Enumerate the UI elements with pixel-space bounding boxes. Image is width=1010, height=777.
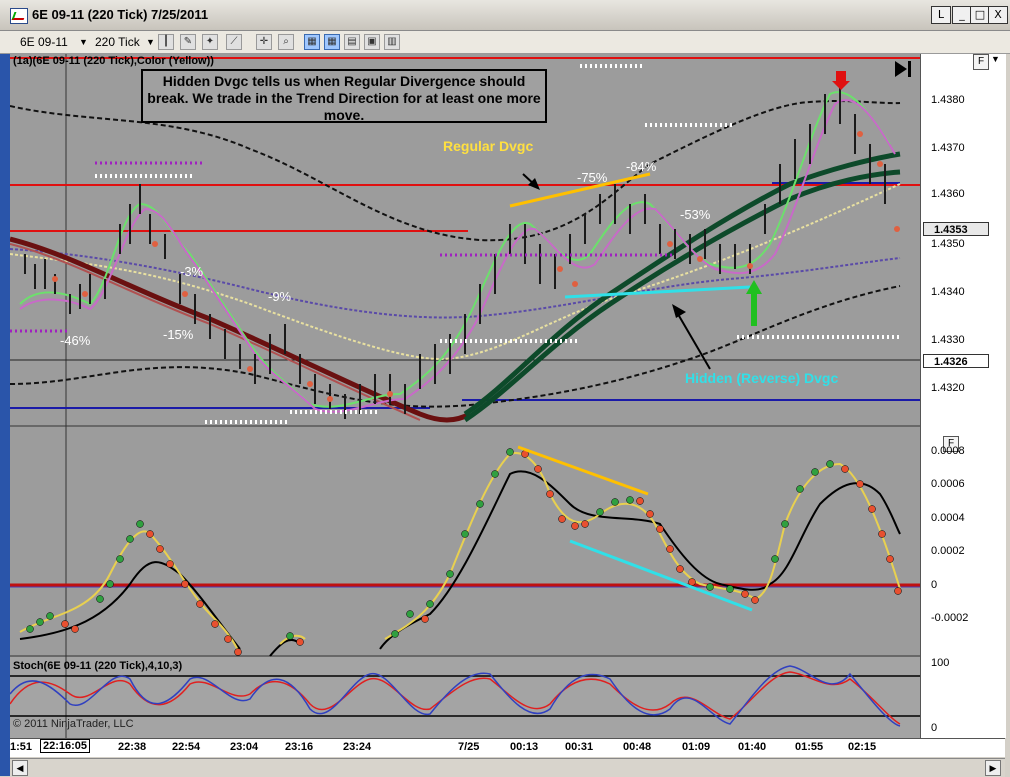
price-label: 1.4370 <box>931 142 965 154</box>
chart-app-icon <box>10 8 28 24</box>
time-label: 01:40 <box>738 741 767 753</box>
slow-ma-red-inner <box>9 243 421 421</box>
chart-toolbar: 6E 09-11 ▼ 220 Tick ▼ ┃ ✎ ✦ ⟋ ✛ ⌕ ▦ ▦ ▤ … <box>0 31 1010 54</box>
hidden-dvgc-label: Hidden (Reverse) Dvgc <box>685 370 839 386</box>
time-label: 7/25 <box>458 741 480 753</box>
time-label: 02:15 <box>848 741 877 753</box>
stoch-label: Stoch(6E 09-11 (220 Tick),4,10,3) <box>13 660 183 672</box>
panel1-f-button[interactable]: F <box>973 54 989 70</box>
time-label: 01:55 <box>795 741 824 753</box>
time-label: 00:48 <box>623 741 652 753</box>
osc-label: 0.0004 <box>931 512 965 524</box>
interval-selector[interactable]: 220 Tick <box>95 34 140 50</box>
time-label: 23:16 <box>285 741 314 753</box>
close-button[interactable]: X <box>988 6 1008 24</box>
crosshair-icon[interactable]: ✛ <box>256 34 272 50</box>
maximize-button[interactable]: □ <box>970 6 990 24</box>
osc-label: 0.0006 <box>931 478 965 490</box>
price-label: 1.4380 <box>931 94 965 106</box>
time-label: 01:09 <box>682 741 711 753</box>
bar-type-icon[interactable]: ┃ <box>158 34 174 50</box>
price-label: 1.4360 <box>931 188 965 200</box>
hidden-dvgc-osc-line <box>569 539 753 612</box>
current-price-tag: 1.4353 <box>923 222 989 236</box>
chart-area[interactable]: (1a)(6E 09-11 (220 Tick),Color (Yellow))… <box>9 54 920 738</box>
arrow-head-icon <box>672 304 686 318</box>
time-label: 23:24 <box>343 741 372 753</box>
strategy-icon[interactable]: ▦ <box>324 34 340 50</box>
window-left-edge <box>0 54 10 776</box>
horizontal-scrollbar[interactable]: ◀ ▶ <box>10 758 1005 777</box>
scroll-left-icon[interactable]: ◀ <box>12 760 28 776</box>
time-label: 1:51 <box>10 741 33 753</box>
price-axis-panel[interactable]: F ▼ 1.4380 1.4370 1.4360 1.4350 1.4340 1… <box>920 54 1006 738</box>
time-label: 23:04 <box>230 741 259 753</box>
oscillator-dots <box>26 448 902 656</box>
price-label: 1.4350 <box>931 238 965 250</box>
time-label: 00:31 <box>565 741 594 753</box>
chart-canvas <box>9 54 920 738</box>
window-titlebar: 6E 09-11 (220 Tick) 7/25/2011 L _ □ X <box>0 0 1010 31</box>
copyright-label: © 2011 NinjaTrader, LLC <box>13 718 134 730</box>
properties-icon[interactable]: ▤ <box>344 34 360 50</box>
link-button[interactable]: L <box>931 6 951 24</box>
price-label: 1.4330 <box>931 334 965 346</box>
pct-label: -75% <box>577 170 608 185</box>
osc-label: -0.0002 <box>931 612 969 624</box>
regular-dvgc-label: Regular Dvgc <box>443 138 534 154</box>
panel1-label: (1a)(6E 09-11 (220 Tick),Color (Yellow)) <box>13 55 214 67</box>
line-price-tag: 1.4326 <box>923 354 989 368</box>
scroll-to-end-icon[interactable] <box>895 61 911 77</box>
osc-label: 0.0008 <box>931 445 965 457</box>
purple-marker-rows <box>10 161 672 333</box>
crosshair-time-label: 22:16:05 <box>40 739 91 753</box>
osc-label: 0 <box>931 579 938 591</box>
middle-band <box>9 248 901 319</box>
pct-label: -84% <box>626 159 657 174</box>
sell-signal-icon <box>832 71 850 90</box>
oscillator-signal-line <box>19 470 901 657</box>
pct-label: -46% <box>60 333 91 348</box>
stoch-axis-label: 0 <box>931 722 938 734</box>
osc-label: 0.0002 <box>931 545 965 557</box>
price-label: 1.4320 <box>931 382 965 394</box>
pct-label: -15% <box>163 327 194 342</box>
indicator-panel-icon[interactable]: ▦ <box>304 34 320 50</box>
scroll-right-icon[interactable]: ▶ <box>985 760 1001 776</box>
chevron-down-icon[interactable]: ▼ <box>79 34 88 50</box>
chart-trader-icon[interactable]: ▥ <box>384 34 400 50</box>
annotation-box: Hidden Dvgc tells us when Regular Diverg… <box>141 69 547 123</box>
chevron-down-icon[interactable]: ▼ <box>991 54 1000 64</box>
time-label: 22:38 <box>118 741 147 753</box>
pct-label: -3% <box>180 264 204 279</box>
oscillator-main-line <box>19 452 901 655</box>
pin-icon[interactable]: ⟋ <box>226 34 242 50</box>
time-label: 22:54 <box>172 741 201 753</box>
wand-icon[interactable]: ✦ <box>202 34 218 50</box>
window-title: 6E 09-11 (220 Tick) 7/25/2011 <box>32 7 209 22</box>
time-axis[interactable]: 1:51 22:16:05 22:38 22:54 23:04 23:16 23… <box>10 738 1005 757</box>
instrument-selector[interactable]: 6E 09-11 <box>20 34 68 50</box>
data-box-icon[interactable]: ▣ <box>364 34 380 50</box>
price-label: 1.4340 <box>931 286 965 298</box>
pct-label: -53% <box>680 207 711 222</box>
minimize-button[interactable]: _ <box>952 6 972 24</box>
pct-label: -9% <box>268 289 292 304</box>
drawing-pen-icon[interactable]: ✎ <box>180 34 196 50</box>
lower-band <box>9 285 901 408</box>
stoch-axis-label: 100 <box>931 657 950 669</box>
zoom-icon[interactable]: ⌕ <box>278 34 294 50</box>
chevron-down-icon[interactable]: ▼ <box>146 34 155 50</box>
time-label: 00:13 <box>510 741 539 753</box>
